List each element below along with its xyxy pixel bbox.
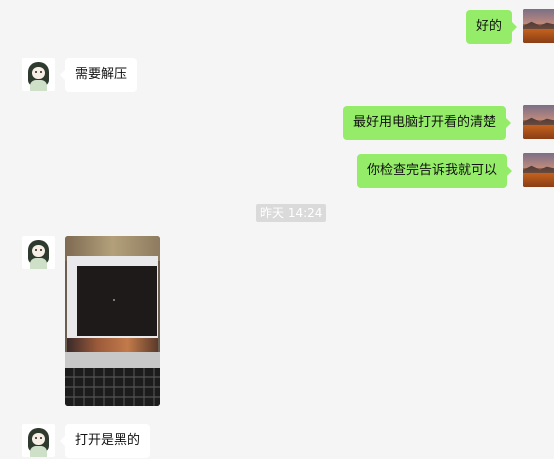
- avatar[interactable]: [523, 153, 554, 187]
- message-bubble-sent[interactable]: 你检查完告诉我就可以: [357, 154, 513, 188]
- message-bubble-received[interactable]: 打开是黑的: [59, 424, 151, 458]
- avatar[interactable]: [22, 236, 55, 269]
- image-message[interactable]: [65, 236, 160, 406]
- chat-window: 好的 需要解压 最好用电脑打开看的清楚 你检查完告诉我就可以 昨天 14:24: [0, 0, 554, 459]
- avatar[interactable]: [22, 58, 55, 91]
- timestamp: 昨天 14:24: [256, 204, 327, 222]
- avatar[interactable]: [523, 105, 554, 139]
- message-bubble-received[interactable]: 需要解压: [59, 58, 138, 92]
- message-bubble-sent[interactable]: 好的: [466, 10, 518, 44]
- avatar[interactable]: [523, 9, 554, 43]
- message-bubble-sent[interactable]: 最好用电脑打开看的清楚: [343, 106, 512, 140]
- avatar[interactable]: [22, 424, 55, 457]
